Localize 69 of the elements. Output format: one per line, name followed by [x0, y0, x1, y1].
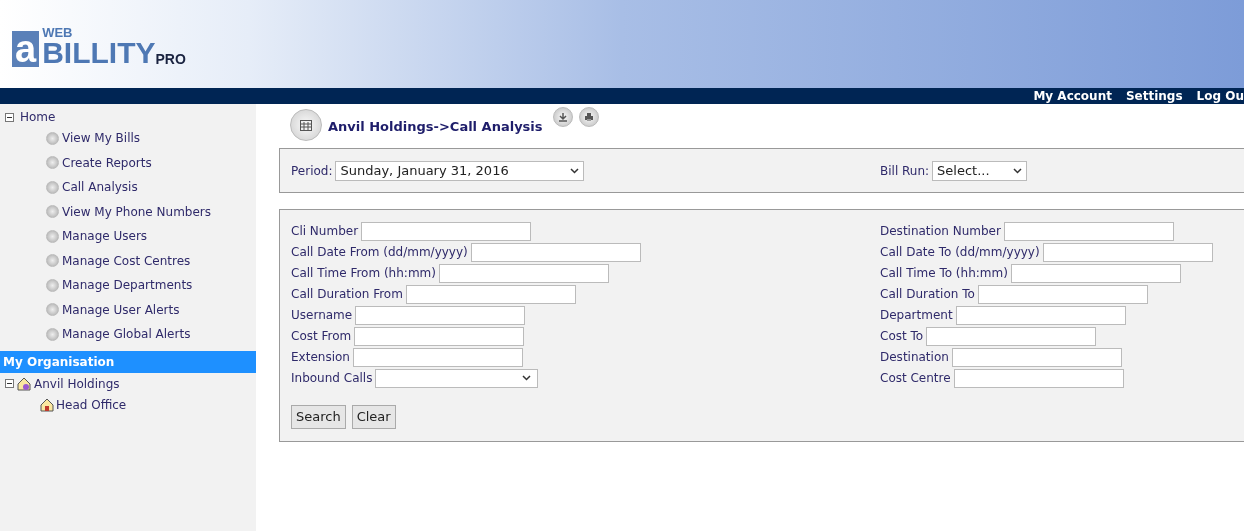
input-field[interactable]: [953, 368, 1124, 388]
input-field[interactable]: [352, 347, 523, 367]
menu-link[interactable]: Manage User Alerts: [62, 300, 180, 319]
bill-run-select[interactable]: Select...: [932, 160, 1028, 181]
period-label: Period:: [291, 162, 333, 180]
input-field[interactable]: [977, 284, 1148, 304]
field-label: Inbound Calls: [291, 370, 373, 387]
collapse-icon[interactable]: [5, 379, 14, 388]
field-label: Extension: [291, 349, 350, 366]
inbound-calls-select[interactable]: [375, 368, 539, 388]
print-icon[interactable]: [578, 107, 599, 127]
field-label: Cli Number: [291, 223, 359, 240]
input-field[interactable]: [1010, 263, 1181, 283]
building-icon: [40, 397, 54, 412]
logo-edition: PRO: [155, 50, 186, 67]
tree-item[interactable]: Anvil Holdings: [34, 374, 120, 393]
field-label: Department: [880, 307, 953, 324]
menu-link[interactable]: View My Phone Numbers: [62, 202, 211, 221]
nav-link[interactable]: Log Ou: [1196, 89, 1244, 103]
field-label: Cost From: [291, 328, 352, 345]
nav-link[interactable]: My Account: [1033, 89, 1112, 103]
input-field[interactable]: [438, 263, 609, 283]
input-field[interactable]: [1003, 221, 1174, 241]
input-field[interactable]: [1042, 242, 1213, 262]
input-field[interactable]: [955, 305, 1126, 325]
input-field[interactable]: [354, 326, 525, 346]
calculator-icon: [290, 109, 322, 141]
menu-link[interactable]: Manage Global Alerts: [62, 325, 191, 344]
chevron-down-icon: [522, 375, 532, 381]
input-field[interactable]: [361, 221, 532, 241]
field-label: Cost To: [880, 328, 924, 345]
menu-link[interactable]: Create Reports: [62, 153, 152, 172]
field-label: Call Duration To: [880, 286, 975, 303]
page-title: Anvil Holdings->Call Analysis: [328, 118, 543, 136]
field-label: Call Duration From: [291, 286, 403, 303]
bill-run-label: Bill Run:: [880, 162, 930, 180]
menu-link[interactable]: Call Analysis: [62, 178, 138, 197]
building-icon: [17, 376, 31, 391]
input-field[interactable]: [926, 326, 1097, 346]
section-header: My Organisation: [0, 350, 256, 373]
field-label: Call Time To (hh:mm): [880, 265, 1008, 282]
search-button[interactable]: Search: [291, 405, 346, 429]
field-label: Call Time From (hh:mm): [291, 265, 436, 282]
input-field[interactable]: [470, 242, 641, 262]
field-label: Destination Number: [880, 223, 1001, 240]
chevron-down-icon: [570, 167, 580, 174]
input-field[interactable]: [355, 305, 526, 325]
menu-link[interactable]: View My Bills: [62, 129, 141, 148]
tree-item[interactable]: Home: [20, 108, 56, 126]
menu-link[interactable]: Manage Departments: [62, 276, 193, 295]
field-label: Username: [291, 307, 353, 324]
collapse-icon[interactable]: [5, 112, 14, 122]
input-field[interactable]: [951, 347, 1122, 367]
field-label: Destination: [880, 349, 949, 366]
input-field[interactable]: [405, 284, 576, 304]
logo-name: BILLITY: [42, 38, 156, 67]
nav-link[interactable]: Settings: [1125, 89, 1183, 103]
field-label: Cost Centre: [880, 370, 951, 387]
menu-link[interactable]: Manage Users: [62, 227, 148, 246]
logo-web: WEB: [42, 25, 74, 39]
download-icon[interactable]: [552, 107, 573, 127]
field-label: Call Date From (dd/mm/yyyy): [291, 244, 468, 261]
field-label: Call Date To (dd/mm/yyyy): [880, 244, 1040, 261]
chevron-down-icon: [1013, 167, 1023, 174]
logo-mark: a: [12, 30, 40, 67]
menu-link[interactable]: Manage Cost Centres: [62, 251, 191, 270]
clear-button[interactable]: Clear: [351, 405, 396, 429]
period-select[interactable]: Sunday, January 31, 2016: [335, 160, 585, 181]
tree-item[interactable]: Head Office: [56, 395, 127, 414]
